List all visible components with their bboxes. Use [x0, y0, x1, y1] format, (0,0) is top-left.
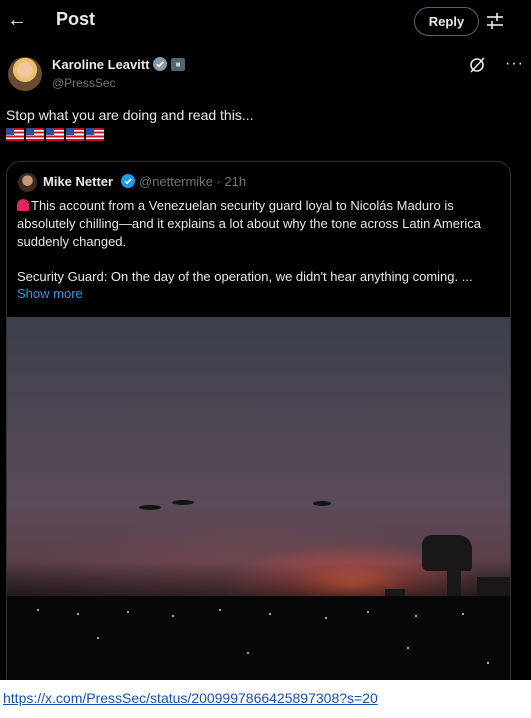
city-light [219, 609, 221, 611]
back-arrow-icon[interactable]: ← [6, 8, 28, 32]
settings-sliders-icon[interactable] [486, 10, 504, 32]
city-light [172, 615, 174, 617]
aircraft-silhouette [139, 505, 161, 510]
quoted-post-card[interactable]: Mike Netter @nettermike · 21h This accou… [6, 161, 511, 680]
header: ← Post Reply [0, 0, 531, 42]
quote-body-text: This account from a Venezuelan security … [17, 198, 481, 249]
city-light [77, 613, 79, 615]
quote-text-paragraph: Security Guard: On the day of the operat… [17, 269, 473, 284]
author-avatar[interactable] [8, 57, 42, 91]
city-light [247, 652, 249, 654]
tweet-text: Stop what you are doing and read this... [6, 107, 254, 123]
verified-badge-icon [121, 174, 135, 188]
us-flag-icon [66, 128, 84, 141]
us-flag-icon [46, 128, 64, 141]
city-light [97, 637, 99, 639]
author-name[interactable]: Karoline Leavitt [52, 57, 150, 72]
quote-author-handle[interactable]: @nettermike · 21h [139, 174, 246, 189]
city-light [487, 662, 489, 664]
city-light [269, 613, 271, 615]
siren-icon [17, 199, 29, 211]
author-handle[interactable]: @PressSec [52, 76, 116, 90]
quote-author-name[interactable]: Mike Netter [43, 174, 113, 189]
city-light [407, 647, 409, 649]
post-url-link[interactable]: https://x.com/PressSec/status/2009997866… [3, 690, 378, 706]
city-light [462, 613, 464, 615]
city-light [415, 615, 417, 617]
city-light [37, 609, 39, 611]
more-icon[interactable]: ··· [505, 55, 524, 73]
post-screen: ← Post Reply Karoline Leavitt ■ @PressSe… [0, 0, 531, 680]
video-thumbnail[interactable] [7, 317, 510, 680]
aircraft-silhouette [313, 501, 331, 506]
reply-button[interactable]: Reply [414, 7, 479, 36]
city-light [367, 611, 369, 613]
grok-icon[interactable] [468, 56, 486, 74]
us-flag-icon [6, 128, 24, 141]
flag-emoji-row [6, 128, 104, 144]
structure-silhouette [422, 535, 472, 571]
verified-badge-icon [153, 57, 167, 71]
city-light [127, 611, 129, 613]
quote-text: This account from a Venezuelan security … [17, 197, 505, 251]
us-flag-icon [86, 128, 104, 141]
show-more-link[interactable]: Show more [17, 286, 83, 301]
city-silhouette [7, 596, 510, 680]
government-badge-icon: ■ [171, 58, 185, 71]
aircraft-silhouette [172, 500, 194, 505]
us-flag-icon [26, 128, 44, 141]
city-light [325, 617, 327, 619]
quote-author-avatar[interactable] [18, 173, 37, 192]
page-title: Post [56, 9, 96, 29]
